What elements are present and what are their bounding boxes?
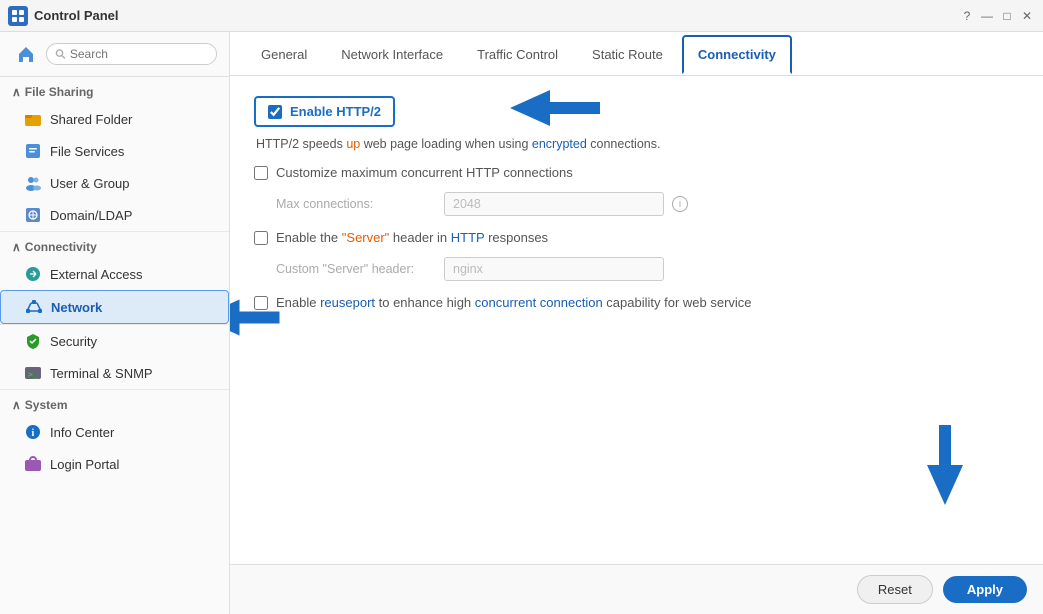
network-icon <box>25 298 43 316</box>
sidebar: ∧ File Sharing Shared Folder File Servic… <box>0 32 230 614</box>
window-title: Control Panel <box>34 8 119 23</box>
sidebar-item-info-center[interactable]: i Info Center <box>0 416 229 448</box>
max-connections-row[interactable]: Customize maximum concurrent HTTP connec… <box>254 165 1019 180</box>
sidebar-item-network[interactable]: Network <box>0 290 229 324</box>
tab-connectivity[interactable]: Connectivity <box>682 35 792 74</box>
sidebar-label-terminal: Terminal & SNMP <box>50 366 153 381</box>
home-button[interactable] <box>12 40 40 68</box>
minimize-button[interactable]: — <box>979 8 995 24</box>
arrow-http2 <box>510 90 600 126</box>
help-button[interactable]: ? <box>959 8 975 24</box>
app-icon <box>8 6 28 26</box>
terminal-icon: >_ <box>24 364 42 382</box>
search-box[interactable] <box>46 43 217 65</box>
svg-text:i: i <box>32 428 35 439</box>
window-controls[interactable]: ? — □ ✕ <box>959 8 1035 24</box>
server-header-label: Enable the "Server" header in HTTP respo… <box>276 230 548 245</box>
sidebar-label-login-portal: Login Portal <box>50 457 119 472</box>
sidebar-item-file-services[interactable]: File Services <box>0 135 229 167</box>
sidebar-item-terminal-snmp[interactable]: >_ Terminal & SNMP <box>0 357 229 389</box>
sidebar-item-external-access[interactable]: External Access <box>0 258 229 290</box>
sidebar-item-user-group[interactable]: User & Group <box>0 167 229 199</box>
chevron-connectivity-icon: ∧ <box>12 240 21 254</box>
tab-network-interface[interactable]: Network Interface <box>326 36 458 73</box>
arrow-apply <box>927 425 963 508</box>
login-portal-icon <box>24 455 42 473</box>
footer: Reset Apply <box>230 564 1043 614</box>
sidebar-label-network: Network <box>51 300 102 315</box>
section-system[interactable]: ∧ System <box>0 389 229 416</box>
sidebar-item-security[interactable]: Security <box>0 324 229 357</box>
http2-enable-row[interactable]: Enable HTTP/2 <box>254 96 395 127</box>
info-icon[interactable]: i <box>672 196 688 212</box>
http2-label: Enable HTTP/2 <box>290 104 381 119</box>
sidebar-label-file-services: File Services <box>50 144 124 159</box>
maximize-button[interactable]: □ <box>999 8 1015 24</box>
server-header-field-row: Custom "Server" header: <box>276 257 1019 281</box>
tab-static-route[interactable]: Static Route <box>577 36 678 73</box>
svg-text:>_: >_ <box>28 370 38 379</box>
folder-icon <box>24 110 42 128</box>
max-connections-field-label: Max connections: <box>276 197 436 211</box>
close-button[interactable]: ✕ <box>1019 8 1035 24</box>
sidebar-item-login-portal[interactable]: Login Portal <box>0 448 229 480</box>
sidebar-header <box>0 32 229 77</box>
info-center-icon: i <box>24 423 42 441</box>
title-bar: Control Panel ? — □ ✕ <box>0 0 1043 32</box>
domain-icon <box>24 206 42 224</box>
sidebar-label-info-center: Info Center <box>50 425 114 440</box>
http2-description: HTTP/2 speeds up web page loading when u… <box>254 137 1019 151</box>
reuseport-checkbox[interactable] <box>254 296 268 310</box>
tab-general[interactable]: General <box>246 36 322 73</box>
title-bar-left: Control Panel <box>8 6 119 26</box>
max-connections-input[interactable] <box>444 192 664 216</box>
max-connections-field-row: Max connections: i <box>276 192 1019 216</box>
sidebar-label-domain-ldap: Domain/LDAP <box>50 208 132 223</box>
tab-bar: General Network Interface Traffic Contro… <box>230 32 1043 76</box>
security-icon <box>24 332 42 350</box>
content-panel: Enable HTTP/2 HTTP/2 speeds up web page … <box>230 76 1043 564</box>
reuseport-row[interactable]: Enable reuseport to enhance high concurr… <box>254 295 1019 310</box>
sidebar-label-user-group: User & Group <box>50 176 129 191</box>
chevron-system-icon: ∧ <box>12 398 21 412</box>
sidebar-item-shared-folder[interactable]: Shared Folder <box>0 103 229 135</box>
app-body: ∧ File Sharing Shared Folder File Servic… <box>0 32 1043 614</box>
sidebar-label-shared-folder: Shared Folder <box>50 112 132 127</box>
sidebar-label-security: Security <box>50 334 97 349</box>
search-icon <box>55 48 66 60</box>
section-file-sharing[interactable]: ∧ File Sharing <box>0 77 229 103</box>
max-connections-label: Customize maximum concurrent HTTP connec… <box>276 165 573 180</box>
content-area: General Network Interface Traffic Contro… <box>230 32 1043 614</box>
reuseport-label: Enable reuseport to enhance high concurr… <box>276 295 752 310</box>
sidebar-label-external-access: External Access <box>50 267 143 282</box>
tab-traffic-control[interactable]: Traffic Control <box>462 36 573 73</box>
search-input[interactable] <box>70 47 208 61</box>
sidebar-item-domain-ldap[interactable]: Domain/LDAP <box>0 199 229 231</box>
apply-button[interactable]: Apply <box>943 576 1027 603</box>
max-connections-checkbox[interactable] <box>254 166 268 180</box>
http2-checkbox[interactable] <box>268 105 282 119</box>
chevron-down-icon: ∧ <box>12 85 21 99</box>
external-access-icon <box>24 265 42 283</box>
server-header-field-label: Custom "Server" header: <box>276 262 436 276</box>
reset-button[interactable]: Reset <box>857 575 933 604</box>
server-header-input[interactable] <box>444 257 664 281</box>
server-header-checkbox[interactable] <box>254 231 268 245</box>
server-header-row[interactable]: Enable the "Server" header in HTTP respo… <box>254 230 1019 245</box>
section-connectivity[interactable]: ∧ Connectivity <box>0 231 229 258</box>
user-group-icon <box>24 174 42 192</box>
file-services-icon <box>24 142 42 160</box>
